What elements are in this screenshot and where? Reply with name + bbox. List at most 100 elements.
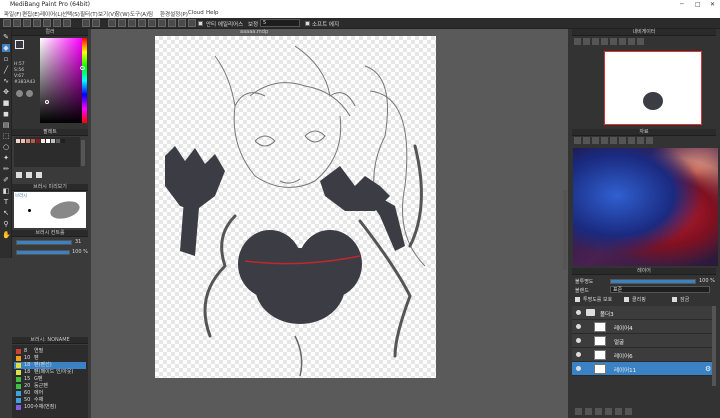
menu-layer[interactable]: 레이어(L) — [40, 10, 63, 18]
move-tool-icon[interactable]: ✥ — [2, 88, 10, 96]
visibility-icon[interactable] — [576, 310, 581, 315]
bucket-icon[interactable]: ◼ — [2, 110, 10, 118]
ellipse-icon[interactable] — [138, 19, 146, 27]
fill-rect-icon[interactable]: ■ — [2, 99, 10, 107]
zoom-fit-icon[interactable] — [592, 38, 599, 45]
layer-row[interactable]: 얼굴 — [572, 334, 716, 348]
ruler-icon[interactable] — [128, 19, 136, 27]
reference-image[interactable] — [573, 148, 718, 266]
menu-edit[interactable]: 편집(E) — [22, 10, 40, 18]
layer-row[interactable]: 레이어4 — [572, 320, 716, 334]
palette-swatch[interactable] — [51, 139, 55, 143]
layer-row-selected[interactable]: 레이어11 ⚙ — [572, 362, 716, 376]
layer-folder-row[interactable]: 폴더3 — [572, 306, 716, 320]
clipping-checkbox[interactable] — [624, 297, 629, 302]
brush-item[interactable]: 20 둥근펜 — [14, 383, 86, 390]
blend-select[interactable]: 표준 — [610, 286, 710, 293]
visibility-icon[interactable] — [576, 338, 581, 343]
palette-swatch[interactable] — [56, 139, 60, 143]
menu-cloud[interactable]: Cloud — [188, 10, 204, 16]
ref-zoom-out-icon[interactable] — [592, 137, 599, 144]
antialias-checkbox[interactable] — [198, 21, 203, 26]
hue-slider[interactable] — [82, 38, 87, 123]
brush-size-slider[interactable] — [16, 240, 72, 245]
palette-swatch[interactable] — [21, 139, 25, 143]
ref-rotate-icon[interactable] — [610, 137, 617, 144]
menu-window[interactable]: 창(W) — [115, 10, 130, 18]
layer-settings-icon[interactable]: ⚙ — [705, 365, 711, 373]
lasso-tool-icon[interactable]: ○ — [2, 143, 10, 151]
minimize-button[interactable]: ─ — [680, 1, 684, 8]
zoom-in-icon[interactable] — [574, 38, 581, 45]
ref-flip-icon[interactable] — [619, 137, 626, 144]
palette-swatch[interactable] — [16, 139, 20, 143]
select-eraser-icon[interactable]: ✐ — [2, 176, 10, 184]
brush-opacity-slider[interactable] — [16, 250, 70, 255]
hue-handle[interactable] — [80, 66, 85, 70]
eyedropper-icon[interactable]: ⚲ — [2, 220, 10, 228]
operation-tool-icon[interactable]: ↖ — [2, 209, 10, 217]
new-halftone-icon[interactable] — [585, 408, 592, 415]
lasso-icon[interactable] — [13, 19, 21, 27]
new-folder-icon[interactable] — [595, 408, 602, 415]
close-button[interactable]: ✕ — [710, 1, 715, 8]
palette-delete-icon[interactable] — [36, 172, 42, 178]
pen-tool-icon[interactable]: ✎ — [2, 33, 10, 41]
canvas-vscrollbar[interactable] — [563, 190, 567, 270]
divide-tool-icon[interactable]: ◧ — [2, 187, 10, 195]
navigator-preview[interactable] — [604, 51, 702, 125]
brush-item[interactable]: 60 에어 — [14, 390, 86, 397]
delete-layer-icon[interactable] — [625, 408, 632, 415]
visibility-icon[interactable] — [576, 366, 581, 371]
merge-layer-icon[interactable] — [615, 408, 622, 415]
ref-open-icon[interactable] — [574, 137, 581, 144]
eraser-mode-icon[interactable] — [118, 19, 126, 27]
menu-help[interactable]: Help — [206, 10, 219, 16]
snap-off-icon[interactable] — [168, 19, 176, 27]
brush-item[interactable]: 10 펜 — [14, 355, 86, 362]
drawing-canvas[interactable] — [155, 36, 436, 378]
visibility-icon[interactable] — [576, 352, 581, 357]
magic-wand-icon[interactable]: ✦ — [2, 154, 10, 162]
maximize-button[interactable]: □ — [695, 1, 701, 8]
ref-prev-icon[interactable] — [637, 137, 644, 144]
brush-item[interactable]: 100 수채(번짐) — [14, 404, 86, 411]
zoom-actual-icon[interactable] — [601, 38, 608, 45]
foreground-swatch[interactable] — [15, 40, 24, 49]
new-layer-icon[interactable] — [575, 408, 582, 415]
select-rect-icon[interactable] — [23, 19, 31, 27]
redo-icon[interactable] — [92, 19, 100, 27]
color-option-icon[interactable] — [16, 90, 23, 97]
protect-alpha-checkbox[interactable] — [575, 297, 580, 302]
color-option2-icon[interactable] — [26, 90, 33, 97]
select-icon[interactable]: ⬚ — [2, 132, 10, 140]
sv-cursor[interactable] — [45, 100, 49, 104]
menu-team[interactable]: 팀 — [148, 10, 153, 18]
select-all-icon[interactable] — [33, 19, 41, 27]
gradient-icon[interactable]: ▤ — [2, 121, 10, 129]
line-tool-icon[interactable]: ╱ — [2, 66, 10, 74]
palette-swatch[interactable] — [46, 139, 50, 143]
menu-select[interactable]: 선택(S) — [62, 10, 80, 18]
brush-item[interactable]: 50 수채 — [14, 397, 86, 404]
menu-filter[interactable]: 필터(T) — [80, 10, 98, 18]
ref-eyedropper-icon[interactable] — [628, 137, 635, 144]
rotate-reset-icon[interactable] — [628, 38, 635, 45]
zoom-out-icon[interactable] — [583, 38, 590, 45]
palette-swatch[interactable] — [31, 139, 35, 143]
menu-view[interactable]: 보기(V) — [98, 10, 116, 18]
palette-swatch[interactable] — [36, 139, 40, 143]
menu-tools[interactable]: 도구(A) — [130, 10, 148, 18]
rect-icon[interactable] — [148, 19, 156, 27]
hand-tool-icon[interactable]: ✋ — [2, 231, 11, 239]
softedge-checkbox[interactable] — [305, 21, 310, 26]
brush-item-selected[interactable]: 18 펜(펜선) — [14, 362, 86, 369]
brush-item[interactable]: 15 G펜 — [14, 376, 86, 383]
text-tool-icon[interactable]: T — [2, 198, 10, 206]
ref-fit-icon[interactable] — [601, 137, 608, 144]
undo-icon[interactable] — [82, 19, 90, 27]
transform-icon[interactable] — [53, 19, 61, 27]
palette-swatch[interactable] — [61, 139, 65, 143]
snap-parallel-icon[interactable] — [178, 19, 186, 27]
snap-select[interactable]: 5 — [260, 19, 300, 27]
